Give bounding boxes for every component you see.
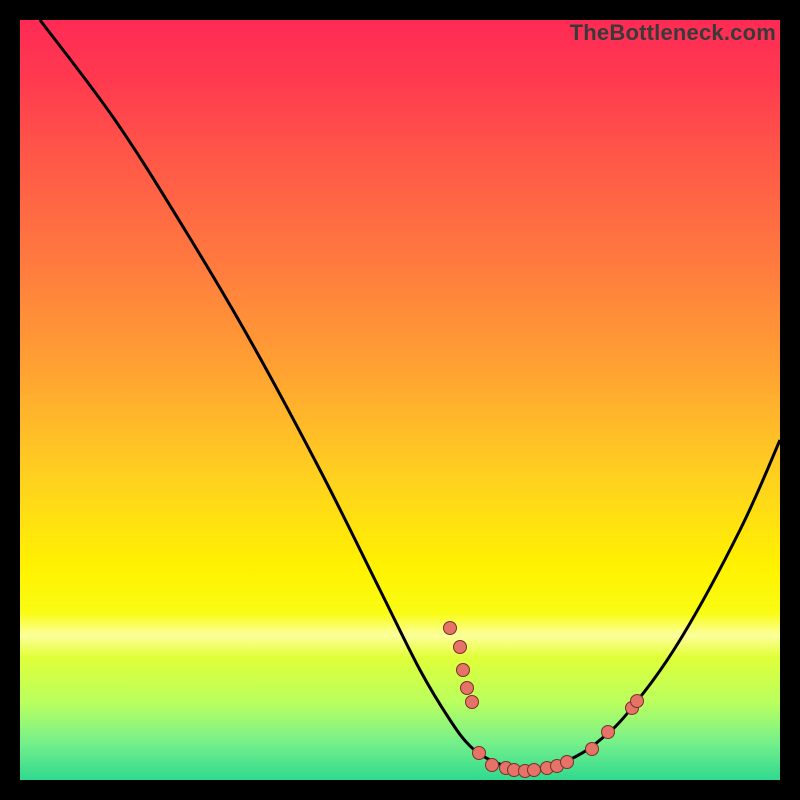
curve-dot — [528, 764, 541, 777]
curve-dot — [457, 664, 470, 677]
curve-dot — [602, 726, 615, 739]
chart-frame: TheBottleneck.com — [20, 20, 780, 780]
curve-path — [40, 20, 780, 769]
curve-dot — [466, 696, 479, 709]
curve-dot — [631, 695, 644, 708]
curve-dot — [461, 682, 474, 695]
bottleneck-curve — [20, 20, 780, 780]
curve-dot — [561, 756, 574, 769]
curve-dots-group — [444, 622, 644, 778]
curve-dot — [586, 743, 599, 756]
curve-dot — [473, 747, 486, 760]
curve-dot — [454, 641, 467, 654]
curve-dot — [444, 622, 457, 635]
watermark-text: TheBottleneck.com — [570, 20, 776, 46]
curve-dot — [486, 759, 499, 772]
